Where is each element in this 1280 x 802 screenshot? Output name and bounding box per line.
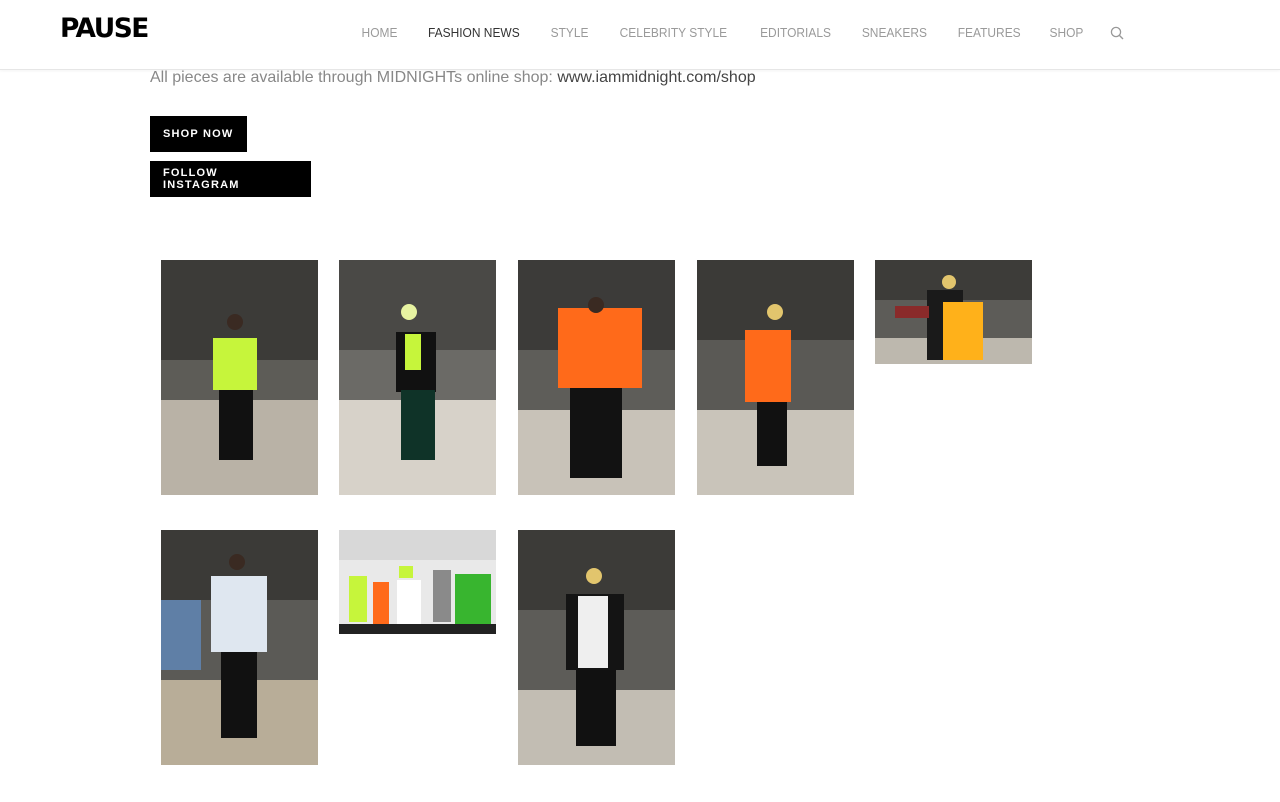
gallery-photo-4[interactable] (697, 260, 854, 495)
nav-fashion-news[interactable]: FASHION NEWS (428, 25, 520, 40)
site-header: PAUSE HOME FASHION NEWS STYLE CELEBRITY … (0, 0, 1280, 70)
gallery-photo-8[interactable] (518, 530, 675, 765)
shop-now-button[interactable]: SHOP NOW (150, 116, 247, 152)
gallery-photo-2[interactable] (339, 260, 496, 495)
nav-shop[interactable]: SHOP (1050, 25, 1084, 40)
gallery-photo-6[interactable] (161, 530, 318, 765)
nav-home[interactable]: HOME (362, 25, 398, 40)
shop-link[interactable]: www.iammidnight.com/shop (557, 69, 755, 86)
intro-paragraph: All pieces are available through MIDNIGH… (150, 69, 756, 87)
nav-features[interactable]: FEATURES (958, 25, 1021, 40)
intro-text: All pieces are available through MIDNIGH… (150, 69, 558, 86)
gallery-photo-1[interactable] (161, 260, 318, 495)
nav-editorials[interactable]: EDITORIALS (760, 25, 831, 40)
search-icon[interactable] (1110, 26, 1124, 40)
nav-style[interactable]: STYLE (551, 25, 589, 40)
gallery-photo-3[interactable] (518, 260, 675, 495)
nav-sneakers[interactable]: SNEAKERS (862, 25, 927, 40)
site-logo[interactable]: PAUSE (60, 13, 149, 44)
gallery-photo-5[interactable] (875, 260, 1032, 364)
follow-instagram-button[interactable]: FOLLOW INSTAGRAM (150, 161, 311, 197)
nav-celebrity-style[interactable]: CELEBRITY STYLE (620, 25, 727, 40)
gallery-photo-7[interactable] (339, 530, 496, 634)
main-nav: HOME FASHION NEWS STYLE CELEBRITY STYLE … (335, 25, 1085, 40)
